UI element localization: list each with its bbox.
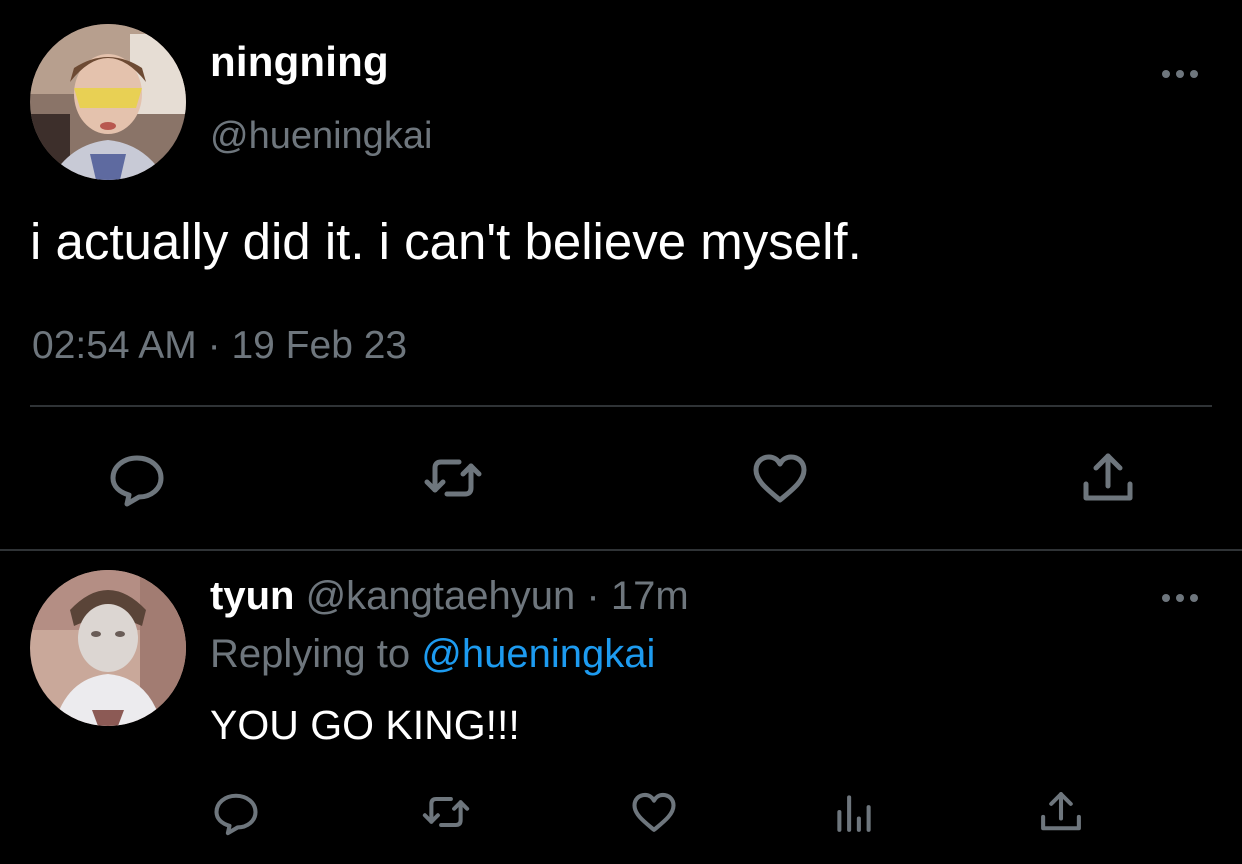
reply-text: YOU GO KING!!! bbox=[210, 702, 520, 748]
retweet-button[interactable] bbox=[420, 786, 472, 838]
replying-prefix: Replying to bbox=[210, 632, 411, 676]
more-icon[interactable] bbox=[1158, 588, 1202, 608]
retweet-button[interactable] bbox=[421, 446, 485, 510]
tweet-date[interactable]: 19 Feb 23 bbox=[231, 324, 407, 367]
replying-mention-link[interactable]: @hueningkai bbox=[421, 632, 655, 676]
like-button[interactable] bbox=[748, 446, 812, 510]
chat-bubble-icon bbox=[110, 455, 164, 507]
reply-handle[interactable]: @kangtaehyun bbox=[306, 574, 576, 618]
tweet-timestamp[interactable]: 02:54 AM · 19 Feb 23 bbox=[32, 324, 407, 368]
reply-button[interactable] bbox=[105, 446, 169, 510]
retweet-icon bbox=[424, 459, 482, 497]
main-handle[interactable]: @hueningkai bbox=[210, 115, 432, 158]
tweet-time[interactable]: 02:54 AM bbox=[32, 324, 197, 367]
main-display-name[interactable]: ningning bbox=[210, 38, 389, 86]
share-button[interactable] bbox=[1076, 446, 1140, 510]
chat-bubble-icon bbox=[214, 793, 258, 836]
heart-icon bbox=[753, 454, 807, 503]
bar-chart-icon bbox=[837, 795, 871, 832]
share-upload-icon bbox=[1041, 792, 1081, 831]
replying-to: Replying to @hueningkai bbox=[210, 632, 655, 677]
divider bbox=[0, 549, 1242, 551]
meta-separator: · bbox=[207, 324, 221, 367]
share-upload-icon bbox=[1083, 453, 1133, 501]
more-icon[interactable] bbox=[1158, 64, 1202, 84]
divider bbox=[30, 405, 1212, 407]
meta-separator: · bbox=[586, 574, 600, 618]
tweet-text: i actually did it. i can't believe mysel… bbox=[30, 213, 862, 270]
reply-age[interactable]: 17m bbox=[611, 574, 689, 618]
heart-icon bbox=[632, 792, 676, 832]
share-button[interactable] bbox=[1035, 786, 1087, 838]
reply-display-name[interactable]: tyun bbox=[210, 574, 294, 618]
reply-button[interactable] bbox=[210, 786, 262, 838]
reply-avatar[interactable] bbox=[30, 570, 186, 726]
reply-header: tyun @kangtaehyun · 17m bbox=[210, 574, 689, 619]
analytics-button[interactable] bbox=[828, 786, 880, 838]
retweet-icon bbox=[422, 796, 470, 828]
like-button[interactable] bbox=[628, 786, 680, 838]
main-avatar[interactable] bbox=[30, 24, 186, 180]
